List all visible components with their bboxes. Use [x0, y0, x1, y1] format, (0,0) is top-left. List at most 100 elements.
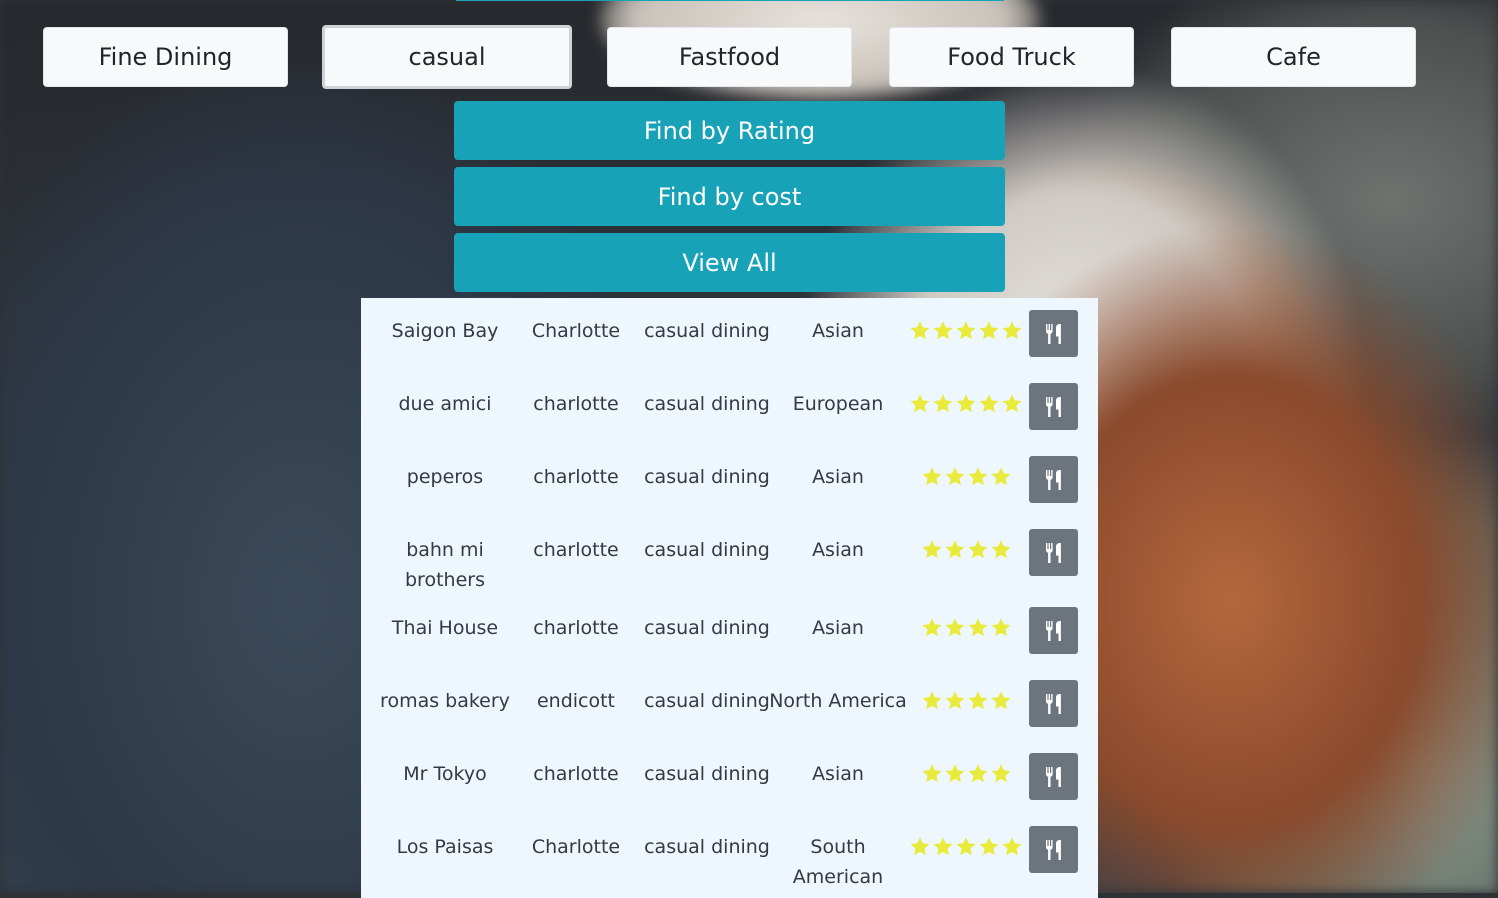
rating-stars	[909, 393, 1023, 415]
star-icon	[910, 394, 930, 413]
star-icon	[910, 321, 930, 340]
category-cafe-button[interactable]: Cafe	[1171, 27, 1416, 87]
restaurant-name: Saigon Bay	[391, 320, 499, 342]
star-icon	[956, 321, 976, 340]
star-icon	[945, 691, 964, 710]
find-by-rating-button[interactable]: Find by Rating	[454, 101, 1005, 160]
utensils-icon	[1045, 469, 1061, 490]
restaurant-name: Thai House	[391, 617, 499, 639]
restaurant-type: casual dining	[644, 617, 770, 639]
view-all-button[interactable]: View All	[454, 233, 1005, 292]
view-restaurant-button[interactable]	[1029, 456, 1078, 503]
restaurant-type: casual dining	[644, 836, 770, 858]
star-icon	[933, 321, 953, 340]
view-restaurant-button[interactable]	[1029, 607, 1078, 654]
restaurant-name: bahn mi brothers	[405, 539, 485, 591]
star-icon	[979, 321, 999, 340]
category-fastfood-button[interactable]: Fastfood	[607, 27, 852, 87]
restaurant-name: Mr Tokyo	[403, 763, 487, 785]
restaurant-city: charlotte	[533, 466, 619, 488]
view-restaurant-button[interactable]	[1029, 383, 1078, 430]
restaurant-cuisine: Asian	[812, 466, 864, 488]
star-icon	[922, 540, 941, 559]
view-restaurant-button[interactable]	[1029, 310, 1078, 357]
restaurant-city: Charlotte	[531, 320, 621, 342]
restaurant-name: peperos	[406, 466, 484, 488]
star-icon	[979, 837, 999, 856]
restaurant-city: charlotte	[533, 393, 619, 415]
category-fine-dining-button[interactable]: Fine Dining	[43, 27, 288, 87]
restaurant-cuisine: North America	[769, 690, 907, 712]
category-casual-button[interactable]: casual	[322, 25, 572, 89]
rating-stars	[921, 617, 1012, 639]
restaurant-cuisine: Asian	[812, 763, 864, 785]
restaurant-cuisine: Asian	[812, 617, 864, 639]
star-icon	[922, 467, 941, 486]
restaurant-cuisine: European	[792, 393, 884, 415]
star-icon	[945, 618, 964, 637]
star-icon	[945, 467, 964, 486]
star-icon	[922, 618, 941, 637]
restaurant-cuisine: Asian	[812, 320, 864, 342]
star-icon	[991, 764, 1010, 783]
star-icon	[933, 394, 953, 413]
rating-stars	[909, 836, 1023, 858]
utensils-icon	[1045, 323, 1061, 344]
rating-stars	[921, 763, 1012, 785]
restaurant-results-table: Saigon Bay Charlotte casual dining Asian due…	[361, 298, 1098, 898]
star-icon	[968, 540, 987, 559]
restaurant-city: endicott	[536, 690, 616, 712]
utensils-icon	[1045, 839, 1061, 860]
rating-stars	[921, 690, 1012, 712]
star-icon	[922, 691, 941, 710]
star-icon	[968, 467, 987, 486]
view-restaurant-button[interactable]	[1029, 826, 1078, 873]
utensils-icon	[1045, 396, 1061, 417]
restaurant-city: charlotte	[533, 617, 619, 639]
utensils-icon	[1045, 766, 1061, 787]
star-icon	[1002, 394, 1022, 413]
star-icon	[945, 540, 964, 559]
view-restaurant-button[interactable]	[1029, 753, 1078, 800]
star-icon	[991, 618, 1010, 637]
utensils-icon	[1045, 693, 1061, 714]
star-icon	[922, 764, 941, 783]
star-icon	[979, 394, 999, 413]
restaurant-type: casual dining	[644, 466, 770, 488]
restaurant-type: casual dining	[644, 393, 770, 415]
restaurant-city: Charlotte	[531, 836, 621, 858]
star-icon	[991, 540, 1010, 559]
rating-stars	[921, 466, 1012, 488]
star-icon	[968, 691, 987, 710]
restaurant-cuisine: South American	[792, 836, 884, 888]
header-bar-edge	[456, 0, 1004, 1]
star-icon	[956, 837, 976, 856]
find-by-cost-button[interactable]: Find by cost	[454, 167, 1005, 226]
view-restaurant-button[interactable]	[1029, 680, 1078, 727]
restaurant-name: Los Paisas	[396, 836, 494, 858]
utensils-icon	[1045, 542, 1061, 563]
utensils-icon	[1045, 620, 1061, 641]
star-icon	[933, 837, 953, 856]
star-icon	[1002, 321, 1022, 340]
category-food-truck-button[interactable]: Food Truck	[889, 27, 1134, 87]
rating-stars	[909, 320, 1023, 342]
star-icon	[945, 764, 964, 783]
star-icon	[968, 618, 987, 637]
star-icon	[1002, 837, 1022, 856]
view-restaurant-button[interactable]	[1029, 529, 1078, 576]
restaurant-cuisine: Asian	[812, 539, 864, 561]
star-icon	[956, 394, 976, 413]
restaurant-type: casual dining	[644, 690, 770, 712]
star-icon	[991, 691, 1010, 710]
star-icon	[991, 467, 1010, 486]
restaurant-name: due amici	[398, 393, 492, 415]
restaurant-city: charlotte	[533, 539, 619, 561]
restaurant-city: charlotte	[533, 763, 619, 785]
rating-stars	[921, 539, 1012, 561]
restaurant-name: romas bakery	[380, 690, 510, 712]
restaurant-type: casual dining	[644, 539, 770, 561]
star-icon	[910, 837, 930, 856]
restaurant-type: casual dining	[644, 763, 770, 785]
star-icon	[968, 764, 987, 783]
